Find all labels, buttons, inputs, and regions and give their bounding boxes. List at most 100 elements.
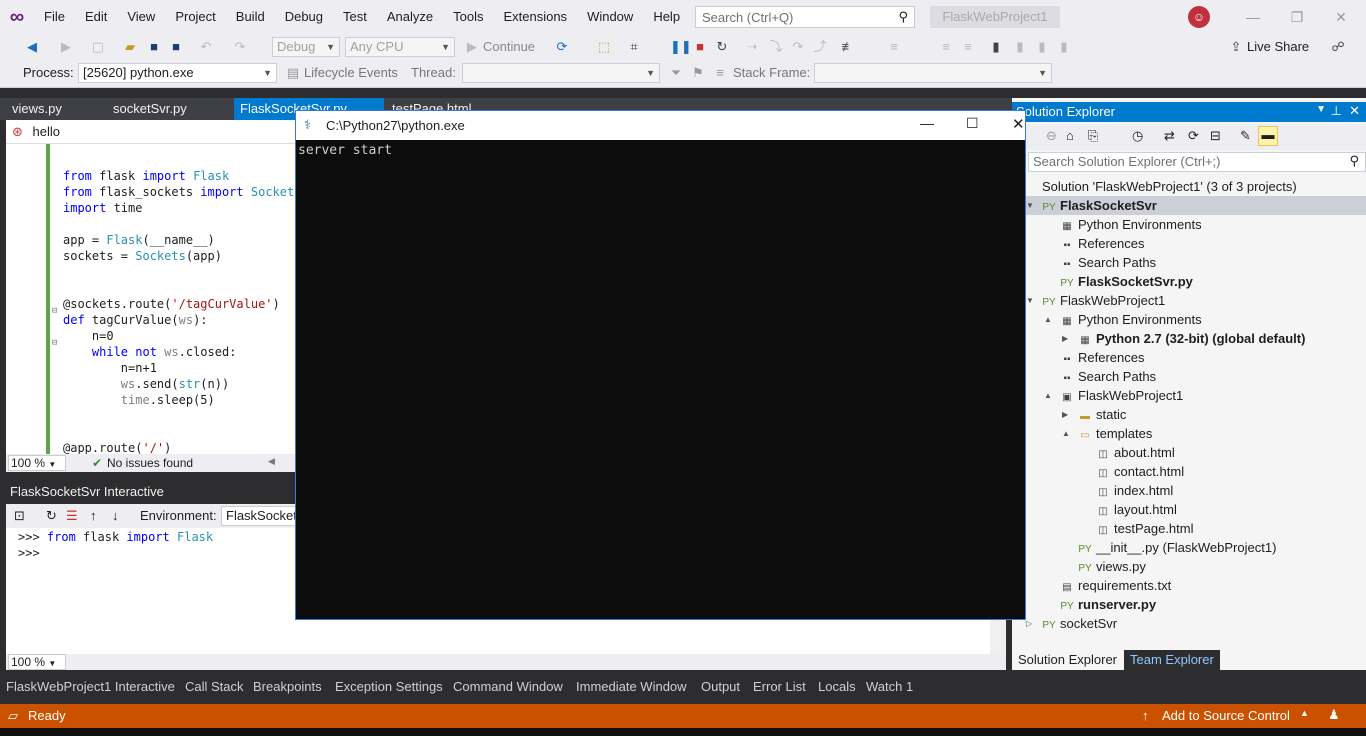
stop-icon[interactable]: ■ [692, 39, 708, 55]
minimize-icon[interactable]: — [920, 115, 934, 131]
search-icon[interactable]: ⚲ [898, 9, 908, 25]
next-bookmark-icon[interactable]: ▮ [1034, 39, 1050, 55]
tree-item[interactable]: PY FlaskSocketSvr.py [1012, 272, 1366, 291]
expand-toggle-icon[interactable]: ▼ [1026, 196, 1034, 215]
live-share-icon[interactable]: ⇪ [1228, 39, 1244, 55]
minimize-icon[interactable]: — [1238, 6, 1268, 28]
history-down-icon[interactable]: ↓ [112, 508, 119, 523]
platform-select[interactable]: Any CPU ▼ [345, 37, 455, 57]
history-up-icon[interactable]: ↑ [90, 508, 97, 523]
restart-icon[interactable]: ↻ [46, 508, 57, 524]
collapse-all-icon[interactable]: ⊟ [1210, 128, 1221, 144]
tree-item[interactable]: ◫ index.html [1012, 481, 1366, 500]
pin-icon[interactable]: ⊥ [1331, 103, 1342, 119]
issues-status[interactable]: No issues found [107, 456, 193, 470]
tree-item[interactable]: ▭ templates ▲ [1012, 424, 1366, 443]
repl-prompt[interactable]: >>> [18, 546, 40, 560]
tree-item[interactable]: PY views.py [1012, 557, 1366, 576]
restart-icon[interactable]: ↻ [714, 39, 730, 55]
align-left-icon[interactable]: ≡ [938, 39, 954, 55]
expand-toggle-icon[interactable]: ▲ [1044, 310, 1052, 329]
tree-item[interactable]: Solution 'FlaskWebProject1' (3 of 3 proj… [1012, 177, 1366, 196]
tab-solution-explorer[interactable]: Solution Explorer [1012, 650, 1123, 670]
tree-item[interactable]: ▪▪ References [1012, 234, 1366, 253]
close-icon[interactable]: ✕ [1349, 103, 1360, 119]
console-titlebar[interactable]: ⚕ C:\Python27\python.exe — ☐ ✕ [296, 111, 1025, 140]
undo-icon[interactable]: ↶ [198, 39, 214, 55]
tab-views[interactable]: views.py [6, 98, 106, 120]
pending-changes-icon[interactable]: ◷ [1132, 128, 1143, 144]
stack-frame-select[interactable]: ▼ [814, 63, 1052, 83]
live-share-button[interactable]: Live Share [1247, 38, 1309, 56]
tab-team-explorer[interactable]: Team Explorer [1124, 650, 1220, 670]
flag-icon[interactable]: ⚑ [690, 65, 706, 81]
open-folder-icon[interactable]: ▰ [122, 39, 138, 55]
menu-extensions[interactable]: Extensions [493, 0, 577, 34]
process-select[interactable]: [25620] python.exe ▼ [78, 63, 277, 83]
align-right-icon[interactable]: ≡ [960, 39, 976, 55]
tool-tab-watch-1[interactable]: Watch 1 [866, 678, 913, 696]
code-editor[interactable]: ⊟ ⊟ from flask import Flask from flask_so… [6, 144, 296, 454]
tree-item[interactable]: ◫ about.html [1012, 443, 1366, 462]
menu-build[interactable]: Build [226, 0, 275, 34]
maximize-icon[interactable]: ☐ [966, 115, 979, 132]
collapse-icon[interactable]: ⊟ [52, 338, 57, 348]
expand-toggle-icon[interactable]: ▷ [1026, 614, 1032, 633]
solution-search-input[interactable]: Search Solution Explorer (Ctrl+;) ⚲ [1028, 152, 1366, 172]
clear-bookmarks-icon[interactable]: ▮ [1056, 39, 1072, 55]
bookmark-icon[interactable]: ▮ [988, 39, 1004, 55]
collapse-icon[interactable]: ⊟ [52, 306, 57, 316]
tree-item[interactable]: PY runserver.py [1012, 595, 1366, 614]
expand-toggle-icon[interactable]: ▲ [1044, 386, 1052, 405]
step-out-icon[interactable]: ⤴ [812, 39, 828, 55]
tree-item[interactable]: PY socketSvr ▷ [1012, 614, 1366, 633]
scroll-left-icon[interactable]: ◀ [268, 456, 275, 467]
configuration-select[interactable]: Debug ▼ [272, 37, 340, 57]
maximize-icon[interactable]: ❐ [1282, 6, 1312, 28]
close-icon[interactable]: ✕ [1326, 6, 1356, 28]
attach-icon[interactable]: ⬚ [596, 39, 612, 55]
tree-item[interactable]: ▦ Python Environments ▲ [1012, 310, 1366, 329]
tab-socketsvr[interactable]: socketSvr.py [107, 98, 233, 120]
tool-tab-error-list[interactable]: Error List [753, 678, 806, 696]
feedback-icon[interactable]: ☍ [1330, 39, 1346, 55]
expand-toggle-icon[interactable]: ▼ [1026, 291, 1034, 310]
redo-icon[interactable]: ↷ [232, 39, 248, 55]
add-to-source-control-button[interactable]: Add to Source Control [1162, 708, 1290, 723]
tool-tab-command-window[interactable]: Command Window [453, 678, 563, 696]
back-icon[interactable]: ⊖ [1046, 128, 1057, 144]
menu-window[interactable]: Window [577, 0, 643, 34]
lifecycle-events-button[interactable]: Lifecycle Events [304, 64, 398, 82]
continue-button[interactable]: Continue [483, 38, 535, 56]
pause-icon[interactable]: ❚❚ [670, 39, 692, 55]
navigation-bar[interactable]: ⊛ hello [6, 120, 306, 144]
console-window[interactable]: ⚕ C:\Python27\python.exe — ☐ ✕ server st… [295, 110, 1026, 620]
tool-tab-output[interactable]: Output [701, 678, 740, 696]
preview-icon[interactable]: ▬ [1258, 126, 1278, 146]
menu-analyze[interactable]: Analyze [377, 0, 443, 34]
save-all-icon[interactable]: ■ [168, 39, 184, 55]
tree-item[interactable]: ▪▪ Search Paths [1012, 253, 1366, 272]
prev-bookmark-icon[interactable]: ▮ [1012, 39, 1028, 55]
filter-icon[interactable]: ⏷ [668, 65, 684, 81]
tree-item[interactable]: ▪▪ References [1012, 348, 1366, 367]
properties-icon[interactable]: ✎ [1240, 128, 1251, 144]
account-avatar-icon[interactable]: ☺ [1188, 6, 1210, 28]
tree-item[interactable]: PY __init__.py (FlaskWebProject1) [1012, 538, 1366, 557]
refresh-icon[interactable]: ⟳ [1188, 128, 1199, 144]
forward-icon[interactable]: ▶ [58, 39, 74, 55]
menu-project[interactable]: Project [165, 0, 225, 34]
tree-item[interactable]: PY FlaskWebProject1 ▼ [1012, 291, 1366, 310]
notifications-icon[interactable]: ♟ [1328, 707, 1340, 723]
back-icon[interactable]: ◀ [24, 39, 40, 55]
tool-tab-immediate-window[interactable]: Immediate Window [576, 678, 687, 696]
menu-debug[interactable]: Debug [275, 0, 333, 34]
search-input[interactable]: Search (Ctrl+Q) ⚲ [695, 6, 915, 28]
zoom-select[interactable]: 100 % ▼ [8, 455, 66, 471]
tree-item[interactable]: ◫ testPage.html [1012, 519, 1366, 538]
tree-item[interactable]: PY FlaskSocketSvr ▼ [1012, 196, 1366, 215]
tree-item[interactable]: ▤ requirements.txt [1012, 576, 1366, 595]
tool-tab-locals[interactable]: Locals [818, 678, 856, 696]
tool-tab-call-stack[interactable]: Call Stack [185, 678, 244, 696]
tree-item[interactable]: ▪▪ Search Paths [1012, 367, 1366, 386]
